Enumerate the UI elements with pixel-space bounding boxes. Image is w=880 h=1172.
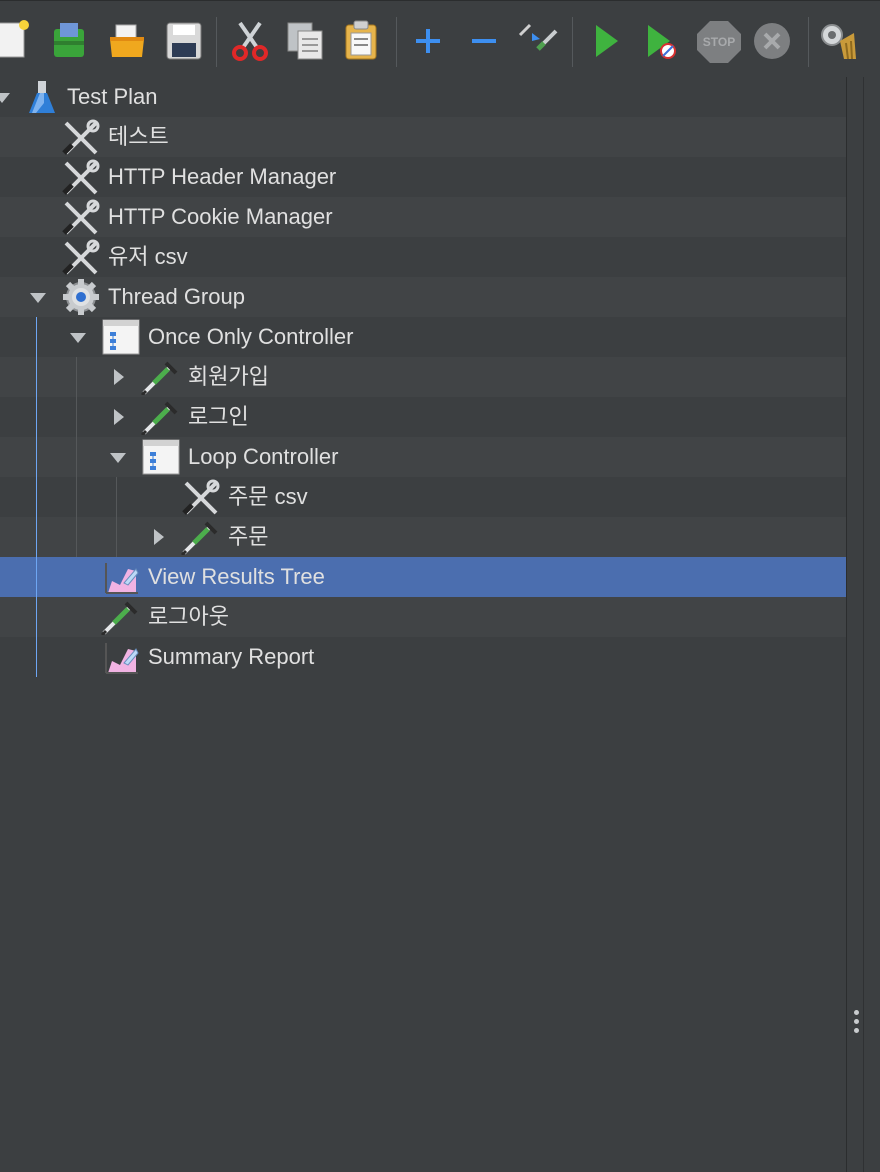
collapse-toggle[interactable]	[30, 293, 46, 303]
expand-icon	[416, 29, 440, 53]
listener-chart-icon	[105, 643, 139, 674]
copy-icon	[287, 22, 323, 60]
config-element-icon	[62, 159, 100, 195]
toolbar-separator	[396, 17, 397, 67]
tree-label: 로그아웃	[148, 604, 229, 629]
paste-icon	[345, 20, 377, 60]
tree-label: 주문 csv	[228, 484, 308, 509]
clear-icon	[821, 24, 856, 60]
expand-all-button[interactable]	[408, 19, 448, 63]
sampler-pipette-icon	[140, 401, 178, 435]
expand-toggle[interactable]	[114, 409, 124, 425]
start-no-pauses-icon	[648, 25, 676, 59]
tree-guide-line	[116, 477, 117, 557]
tree-label: 회원가입	[188, 364, 269, 389]
tree-row[interactable]	[0, 437, 846, 477]
collapse-toggle[interactable]	[0, 93, 10, 103]
collapse-toggle[interactable]	[70, 333, 86, 343]
config-element-icon	[62, 199, 100, 235]
toggle-button[interactable]	[518, 19, 558, 63]
start-icon	[596, 25, 618, 57]
shutdown-button[interactable]	[752, 19, 792, 63]
toolbar: STOP	[0, 0, 880, 78]
flask-icon	[29, 81, 55, 113]
sampler-pipette-icon	[100, 601, 138, 635]
tree-label: 유저 csv	[108, 244, 188, 269]
tree-row[interactable]	[0, 517, 846, 557]
start-button[interactable]	[586, 19, 626, 63]
tree-label: Test Plan	[67, 84, 158, 109]
toolbar-separator	[808, 17, 809, 67]
open-icon	[110, 24, 144, 57]
templates-icon	[54, 23, 84, 57]
clear-button[interactable]	[818, 19, 858, 63]
stop-label: STOP	[703, 35, 735, 49]
tree-row[interactable]	[0, 477, 846, 517]
divider-line	[863, 77, 864, 1172]
config-element-icon	[182, 479, 220, 515]
tree-label: 테스트	[108, 124, 169, 149]
open-button[interactable]	[108, 19, 148, 63]
tree-label: Thread Group	[108, 284, 245, 309]
test-plan-tree: Test Plan 테스트 HTTP Header Manager HTTP C…	[0, 77, 846, 1172]
toolbar-separator	[572, 17, 573, 67]
splitter-grip-dot	[854, 1010, 859, 1015]
expand-toggle[interactable]	[154, 529, 164, 545]
tree-guide-line	[76, 357, 77, 557]
config-element-icon	[62, 119, 100, 155]
thread-group-gear-icon	[63, 279, 99, 315]
splitter-grip-dot	[854, 1028, 859, 1033]
toolbar-separator	[216, 17, 217, 67]
stop-button[interactable]: STOP	[696, 19, 741, 63]
tree-label: HTTP Header Manager	[108, 164, 337, 189]
logic-controller-icon	[102, 319, 140, 355]
logic-controller-icon	[142, 439, 180, 475]
config-element-icon	[62, 239, 100, 275]
stop-icon: STOP	[697, 21, 741, 63]
tree-label: HTTP Cookie Manager	[108, 204, 333, 229]
splitter-grip-dot	[854, 1019, 859, 1024]
new-button[interactable]	[0, 19, 32, 63]
copy-button[interactable]	[286, 19, 326, 63]
tree-row[interactable]	[0, 397, 846, 437]
jmeter-window: STOP Test Plan 테스트 HTTP Header Manager H…	[0, 0, 880, 1172]
tree-label: 로그인	[188, 404, 249, 429]
expand-toggle[interactable]	[114, 369, 124, 385]
collapse-icon	[472, 39, 496, 43]
collapse-all-button[interactable]	[464, 19, 504, 63]
tree-guide-line	[36, 317, 37, 677]
sampler-pipette-icon	[140, 361, 178, 395]
tree-label: Summary Report	[148, 644, 315, 669]
sampler-pipette-icon	[180, 521, 218, 555]
new-icon	[0, 20, 29, 58]
cut-button[interactable]	[230, 19, 270, 63]
save-icon	[166, 22, 202, 60]
cut-icon	[232, 21, 268, 61]
listener-chart-icon	[105, 563, 139, 594]
tree-label: View Results Tree	[148, 564, 325, 589]
tree-label: Loop Controller	[188, 444, 339, 469]
tree-label: 주문	[228, 524, 269, 549]
templates-button[interactable]	[50, 19, 90, 63]
paste-button[interactable]	[342, 19, 382, 63]
collapse-toggle[interactable]	[110, 453, 126, 463]
tree-row[interactable]	[0, 357, 846, 397]
tree-label: Once Only Controller	[148, 324, 354, 349]
shutdown-icon	[754, 23, 790, 59]
start-no-pauses-button[interactable]	[642, 19, 682, 63]
toggle-icon	[518, 23, 558, 51]
split-pane-divider[interactable]	[846, 77, 880, 1172]
save-button[interactable]	[164, 19, 204, 63]
